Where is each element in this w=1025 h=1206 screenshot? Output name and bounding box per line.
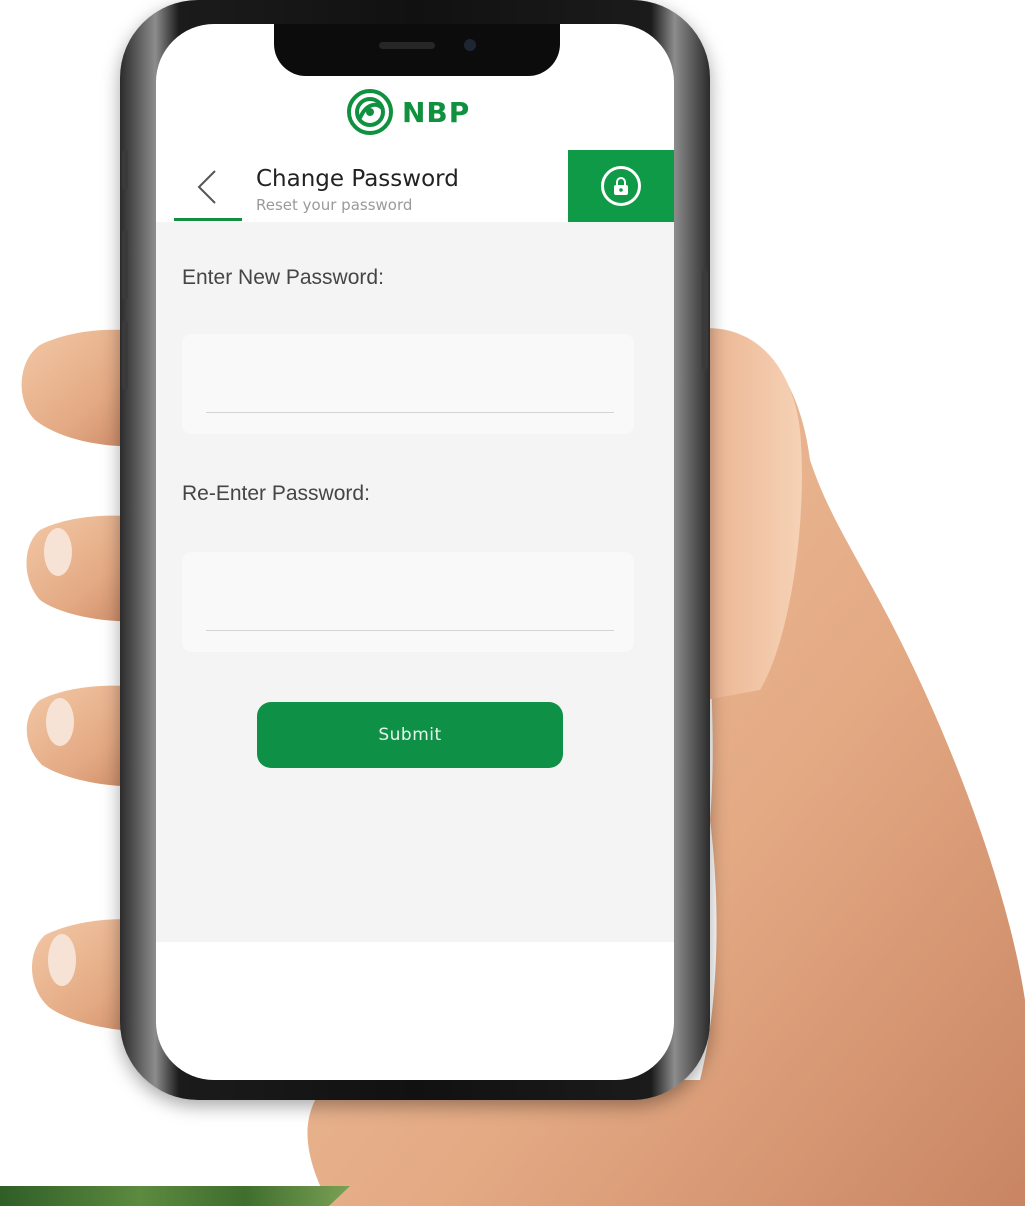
new-password-label: Enter New Password:	[182, 266, 384, 289]
volume-up-button	[122, 230, 128, 300]
new-password-input[interactable]	[206, 354, 614, 413]
phone-device: NBP Change Password Reset your password	[120, 0, 710, 1100]
reenter-password-label: Re-Enter Password:	[182, 482, 370, 505]
phone-screen: NBP Change Password Reset your password	[156, 24, 674, 1080]
speaker	[379, 42, 435, 49]
submit-button[interactable]: Submit	[257, 702, 563, 768]
brand-logo: NBP	[346, 84, 470, 140]
volume-down-button	[122, 320, 128, 390]
lock-tab[interactable]	[568, 150, 674, 222]
reenter-password-field-container	[182, 552, 634, 652]
nbp-logo-icon	[347, 89, 393, 135]
brand-name: NBP	[402, 95, 471, 129]
front-camera	[464, 39, 476, 51]
mute-switch	[122, 150, 128, 190]
page-title: Change Password	[256, 166, 459, 192]
reenter-password-input[interactable]	[206, 572, 614, 631]
page-header: Change Password Reset your password	[156, 150, 674, 222]
power-button	[702, 270, 708, 370]
change-password-form: Enter New Password: Re-Enter Password: S…	[156, 222, 674, 942]
page-subtitle: Reset your password	[256, 196, 413, 214]
decorative-strip	[0, 1186, 350, 1206]
new-password-field-container	[182, 334, 634, 434]
chevron-left-icon	[197, 170, 216, 204]
back-underline	[174, 218, 242, 221]
notch	[274, 24, 560, 76]
lock-icon	[601, 166, 641, 206]
back-button[interactable]	[186, 160, 226, 214]
